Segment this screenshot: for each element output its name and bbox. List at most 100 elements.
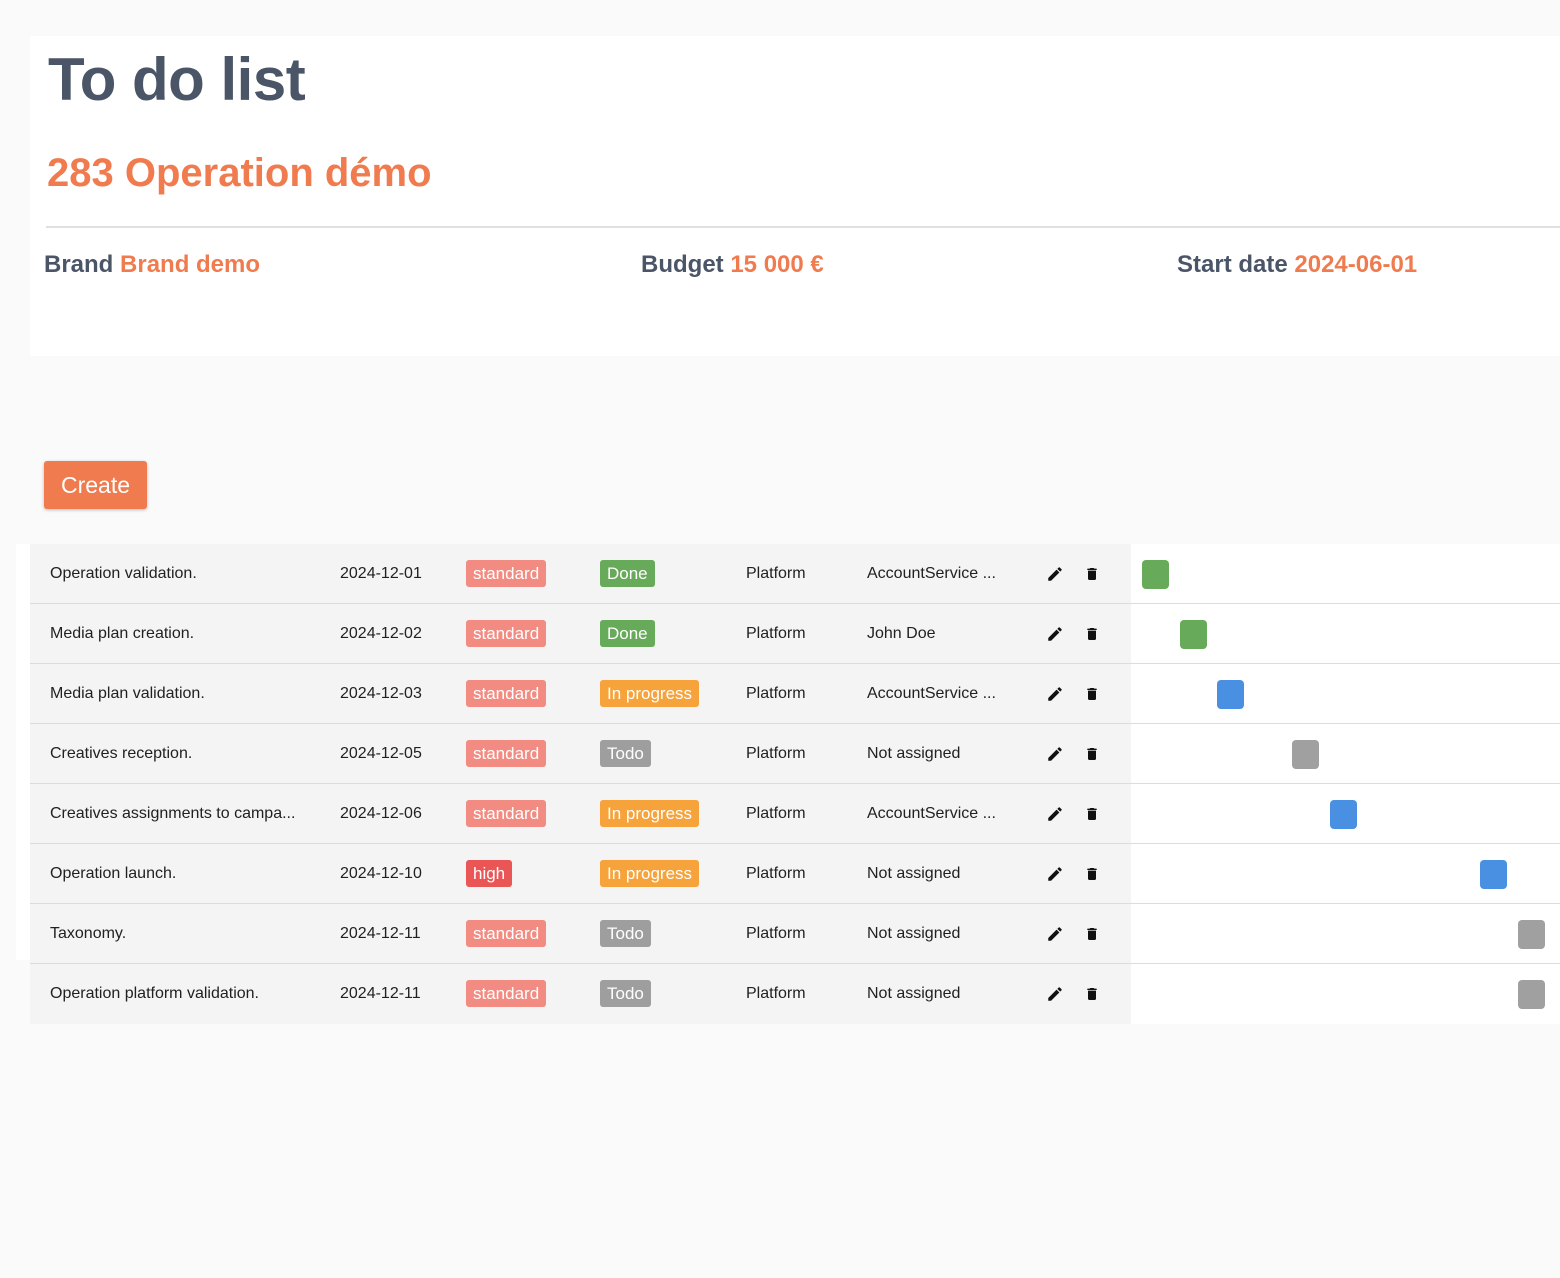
brand-info: Brand Brand demo [44,250,260,280]
pencil-icon[interactable] [1044,623,1066,645]
task-due-date: 2024-12-11 [340,925,421,942]
budget-value: 15 000 € [730,251,824,278]
task-assignee: Not assigned [867,985,961,1002]
task-name: Operation platform validation. [50,985,259,1002]
task-name: Operation launch. [50,865,177,882]
trash-icon[interactable] [1081,683,1103,705]
table-row[interactable]: Creatives assignments to campa... 2024-12… [30,784,1560,844]
task-name: Taxonomy. [50,925,127,942]
task-row-cells: Media plan validation. 2024-12-03 standard… [30,664,1131,723]
gantt-task-marker[interactable] [1480,860,1508,889]
gantt-task-marker[interactable] [1142,560,1169,589]
priority-badge: standard [466,920,547,947]
task-assignee: AccountService ... [867,565,996,582]
gantt-task-marker[interactable] [1518,980,1545,1009]
task-due-date: 2024-12-06 [340,805,422,822]
trash-icon[interactable] [1081,863,1103,885]
pencil-icon[interactable] [1044,683,1066,705]
status-badge: Done [600,560,655,587]
gantt-timeline-row [1131,724,1560,783]
task-platform: Platform [746,625,806,642]
page-title: To do list [48,46,306,113]
trash-icon[interactable] [1081,983,1103,1005]
gantt-timeline-row [1131,544,1560,603]
status-badge: Done [600,620,655,647]
task-due-date: 2024-12-11 [340,985,421,1002]
create-button[interactable]: Create [44,461,147,509]
status-badge: Todo [600,980,651,1007]
gantt-task-marker[interactable] [1217,680,1245,709]
gantt-timeline-row [1131,844,1560,903]
start-date-info: Start date 2024-06-01 [1177,250,1417,280]
table-row[interactable]: Taxonomy. 2024-12-11 standard Todo Platform N… [30,904,1560,964]
table-row[interactable]: Media plan validation. 2024-12-03 standard… [30,664,1560,724]
task-table: Operation validation. 2024-12-01 standard D… [30,544,1560,1024]
priority-badge: high [466,860,513,887]
trash-icon[interactable] [1081,743,1103,765]
brand-value: Brand demo [120,251,261,278]
task-due-date: 2024-12-03 [340,685,422,702]
trash-icon[interactable] [1081,563,1103,585]
gantt-task-marker[interactable] [1518,920,1545,949]
task-due-date: 2024-12-01 [340,565,422,582]
pencil-icon[interactable] [1044,863,1066,885]
gantt-timeline-row [1131,604,1560,663]
priority-badge: standard [466,740,547,767]
gantt-task-marker[interactable] [1330,800,1357,829]
budget-info: Budget 15 000 € [641,250,824,280]
task-platform: Platform [746,745,806,762]
task-row-cells: Operation platform validation. 2024-12-11… [30,964,1131,1024]
pencil-icon[interactable] [1044,743,1066,765]
task-platform: Platform [746,805,806,822]
task-row-cells: Creatives reception. 2024-12-05 standard To… [30,724,1131,783]
task-platform: Platform [746,985,806,1002]
pencil-icon[interactable] [1044,983,1066,1005]
task-platform: Platform [746,925,806,942]
table-row[interactable]: Operation launch. 2024-12-10 high In progre… [30,844,1560,904]
priority-badge: standard [466,800,547,827]
task-due-date: 2024-12-10 [340,865,422,882]
priority-badge: standard [466,980,547,1007]
header-divider [46,226,1560,228]
trash-icon[interactable] [1081,923,1103,945]
task-platform: Platform [746,865,806,882]
gantt-timeline-row [1131,784,1560,843]
gantt-timeline-row [1131,904,1560,963]
task-name: Creatives assignments to campa... [50,805,296,822]
operation-header-card: To do list 283 Operation démo Brand Bran… [30,36,1560,356]
task-row-cells: Media plan creation. 2024-12-02 standard Do… [30,604,1131,663]
status-badge: In progress [600,680,700,707]
table-row[interactable]: Operation platform validation. 2024-12-11… [30,964,1560,1024]
task-platform: Platform [746,565,806,582]
gantt-timeline-row [1131,964,1560,1024]
trash-icon[interactable] [1081,623,1103,645]
budget-label: Budget [641,251,724,278]
task-due-date: 2024-12-02 [340,625,422,642]
task-row-cells: Creatives assignments to campa... 2024-12… [30,784,1131,843]
table-row[interactable]: Creatives reception. 2024-12-05 standard To… [30,724,1560,784]
task-assignee: AccountService ... [867,805,996,822]
priority-badge: standard [466,620,547,647]
trash-icon[interactable] [1081,803,1103,825]
pencil-icon[interactable] [1044,563,1066,585]
table-row[interactable]: Media plan creation. 2024-12-02 standard Do… [30,604,1560,664]
task-assignee: AccountService ... [867,685,996,702]
gantt-task-marker[interactable] [1179,620,1207,649]
table-left-edge [16,544,30,960]
start-date-label: Start date [1177,251,1288,278]
task-assignee: Not assigned [867,925,961,942]
pencil-icon[interactable] [1044,803,1066,825]
status-badge: In progress [600,860,700,887]
task-name: Media plan validation. [50,685,205,702]
task-assignee: Not assigned [867,865,961,882]
pencil-icon[interactable] [1044,923,1066,945]
task-name: Creatives reception. [50,745,193,762]
gantt-task-marker[interactable] [1292,740,1320,769]
status-badge: Todo [600,920,651,947]
task-assignee: John Doe [867,625,936,642]
task-row-cells: Operation validation. 2024-12-01 standard D… [30,544,1131,603]
gantt-timeline-row [1131,664,1560,723]
task-platform: Platform [746,685,806,702]
table-row[interactable]: Operation validation. 2024-12-01 standard D… [30,544,1560,604]
task-assignee: Not assigned [867,745,961,762]
